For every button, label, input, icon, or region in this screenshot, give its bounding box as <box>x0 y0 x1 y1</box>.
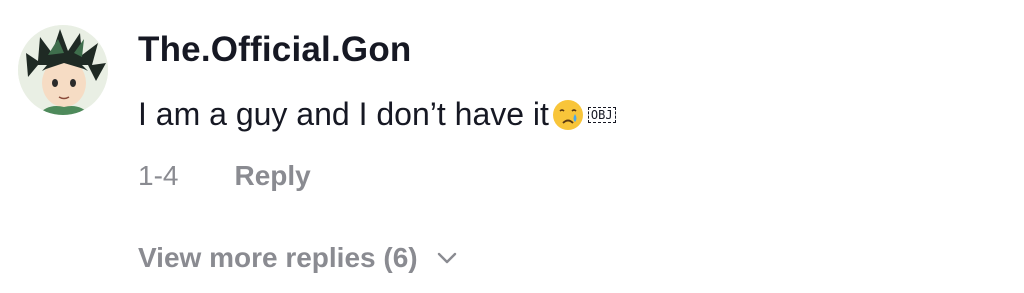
comment-meta-row: 1-4 Reply <box>138 160 311 192</box>
view-more-replies-button[interactable]: View more replies (6) <box>138 242 458 274</box>
comment-text-row: I am a guy and I don’t have it OBJ <box>138 96 616 133</box>
comment-date: 1-4 <box>138 160 179 191</box>
comment-username[interactable]: The.Official.Gon <box>138 30 412 70</box>
avatar-image <box>18 25 108 115</box>
comment-text: I am a guy and I don’t have it <box>138 96 549 132</box>
avatar[interactable] <box>18 25 108 115</box>
crying-face-icon <box>551 98 585 132</box>
reply-button[interactable]: Reply <box>234 160 310 192</box>
view-more-replies-label: View more replies (6) <box>138 242 418 273</box>
object-placeholder-glyph: OBJ <box>587 106 616 123</box>
chevron-down-icon <box>437 252 456 264</box>
